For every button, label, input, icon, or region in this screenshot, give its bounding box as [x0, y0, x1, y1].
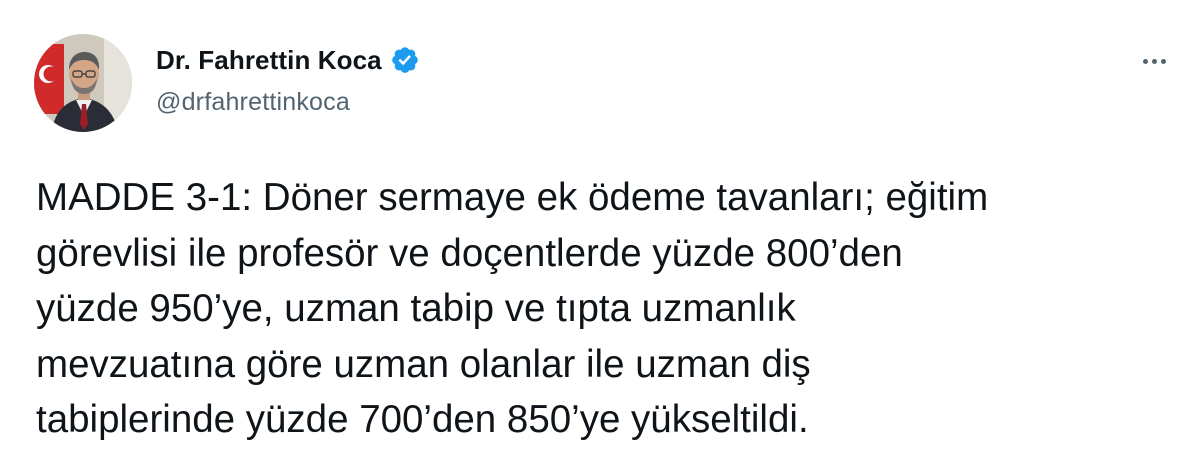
- more-options-icon-dot-2: [1151, 58, 1157, 64]
- tweet-text-line: görevlisi ile profesör ve doçentlerde yü…: [36, 231, 903, 275]
- tweet-card: Dr. Fahrettin Koca @drfahrettinkoca MADD…: [0, 0, 1200, 470]
- name-row: Dr. Fahrettin Koca: [156, 42, 420, 78]
- avatar[interactable]: [34, 34, 132, 132]
- tweet-text-line: MADDE 3-1: Döner sermaye ek ödeme tavanl…: [36, 176, 989, 219]
- tweet-text: MADDE 3-1: Döner sermaye ek ödeme tavanl…: [36, 170, 1186, 448]
- tweet-text-line: yüzde 950’ye, uzman tabip ve tıpta uzman…: [36, 287, 796, 330]
- verified-badge-icon: [390, 45, 420, 75]
- user-handle[interactable]: @drfahrettinkoca: [156, 88, 420, 117]
- more-options-button[interactable]: [1134, 46, 1174, 76]
- more-options-icon: [1142, 58, 1148, 64]
- author-info: Dr. Fahrettin Koca @drfahrettinkoca: [156, 42, 420, 117]
- tweet-text-line: tabiplerinde yüzde 700’den 850’ye yüksel…: [36, 398, 809, 441]
- tweet-text-line: mevzuatına göre uzman olanlar ile uzman …: [36, 342, 811, 386]
- display-name[interactable]: Dr. Fahrettin Koca: [156, 45, 382, 76]
- avatar-image: [34, 34, 132, 132]
- more-options-icon-dot-3: [1160, 58, 1166, 64]
